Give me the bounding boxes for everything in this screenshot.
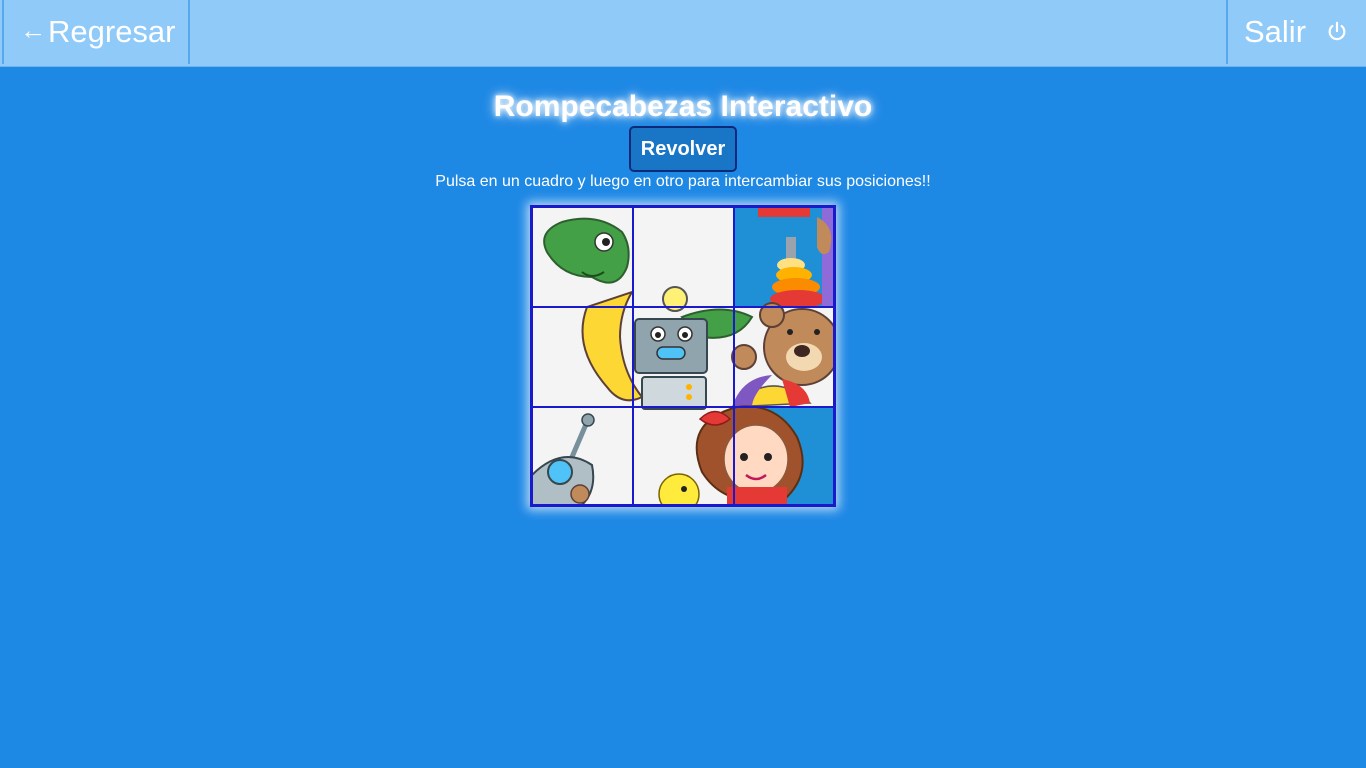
puzzle-tile[interactable]	[633, 207, 734, 307]
puzzle-grid	[532, 207, 834, 505]
puzzle-tile[interactable]	[633, 407, 734, 505]
back-button[interactable]: ← Regresar	[2, 0, 190, 64]
instructions-text: Pulsa en un cuadro y luego en otro para …	[435, 173, 931, 190]
puzzle-tile[interactable]	[532, 207, 633, 307]
puzzle-tile[interactable]	[633, 307, 734, 407]
puzzle-tile[interactable]	[734, 307, 834, 407]
puzzle-board	[530, 205, 836, 507]
top-bar: ← Regresar Salir	[0, 0, 1366, 67]
back-label: Regresar	[48, 14, 176, 49]
exit-button[interactable]: Salir	[1226, 0, 1366, 64]
exit-label: Salir	[1244, 14, 1307, 49]
page-title: Rompecabezas Interactivo	[493, 90, 873, 123]
puzzle-tile[interactable]	[532, 407, 633, 505]
shuffle-button[interactable]: Revolver	[629, 126, 737, 172]
back-arrow-icon: ←	[20, 14, 46, 45]
puzzle-tile[interactable]	[734, 207, 834, 307]
power-icon	[1328, 21, 1346, 41]
puzzle-tile[interactable]	[734, 407, 834, 505]
puzzle-tile[interactable]	[532, 307, 633, 407]
